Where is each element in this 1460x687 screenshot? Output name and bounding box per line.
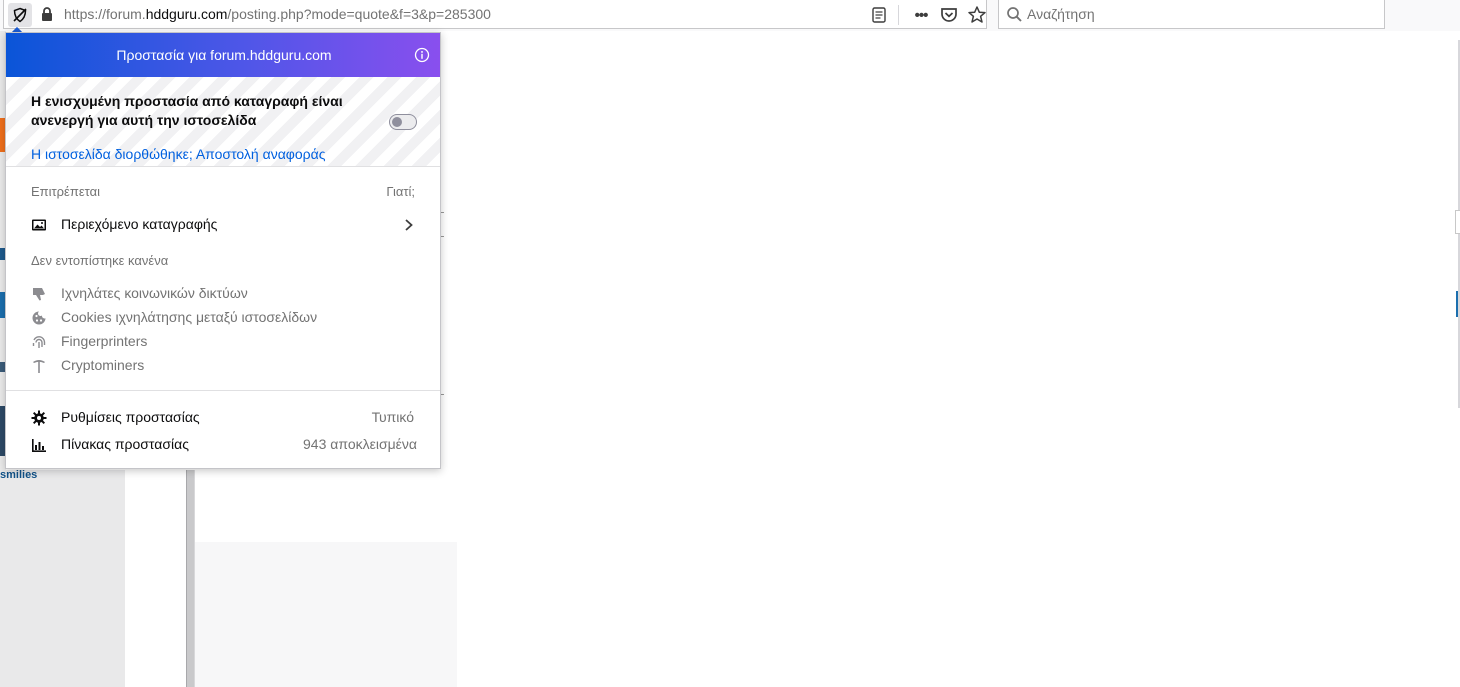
- cryptominers-row[interactable]: Cryptominers: [6, 354, 440, 378]
- url-text[interactable]: https://forum.hddguru.com/posting.php?mo…: [64, 6, 491, 22]
- cookie-icon: [32, 311, 46, 325]
- allowed-label: Επιτρέπεται: [31, 184, 100, 199]
- image-icon: [32, 219, 46, 231]
- protection-dashboard-row[interactable]: Πίνακας προστασίας 943 αποκλεισμένα: [6, 433, 440, 457]
- protection-settings-row[interactable]: Ρυθμίσεις προστασίας Τυπικό: [6, 406, 440, 430]
- gear-icon: [31, 410, 47, 426]
- url-bar[interactable]: https://forum.hddguru.com/posting.php?mo…: [3, 0, 987, 29]
- why-link[interactable]: Γιατί;: [386, 184, 415, 199]
- url-prefix: https://forum.: [64, 6, 146, 22]
- page-content-area: [125, 470, 455, 542]
- url-bar-separator: [898, 5, 899, 25]
- page-resize-handle[interactable]: [186, 470, 195, 687]
- send-report-link[interactable]: Αποστολή αναφοράς: [196, 146, 326, 162]
- lock-icon[interactable]: [39, 6, 55, 22]
- browser-window: smilies https://forum.hddguru.com/postin…: [0, 0, 1460, 687]
- fingerprint-icon: [32, 336, 46, 348]
- page-actions-more-icon[interactable]: •••: [909, 5, 933, 25]
- pocket-icon[interactable]: [939, 5, 959, 25]
- reader-view-icon[interactable]: [870, 6, 888, 24]
- smilies-link[interactable]: smilies: [0, 469, 37, 481]
- url-path: /posting.php?mode=quote&f=3&p=285300: [227, 6, 491, 22]
- bar-chart-icon: [32, 439, 46, 452]
- protection-settings-value: Τυπικό: [371, 409, 414, 425]
- bookmark-star-icon[interactable]: [967, 5, 987, 25]
- url-host: hddguru.com: [145, 6, 228, 22]
- cross-site-cookies-label: Cookies ιχνηλάτησης μεταξύ ιστοσελίδων: [61, 309, 318, 325]
- protection-dashboard-label: Πίνακας προστασίας: [61, 436, 189, 452]
- pickaxe-icon: [33, 360, 45, 373]
- cross-site-cookies-row[interactable]: Cookies ιχνηλάτησης μεταξύ ιστοσελίδων: [6, 306, 440, 330]
- tracking-protection-button[interactable]: [8, 3, 32, 27]
- page-fragment: [441, 212, 444, 213]
- etp-section: Η ενισχυμένη προστασία από καταγραφή είν…: [6, 77, 440, 167]
- info-icon[interactable]: [414, 47, 430, 63]
- cryptominers-label: Cryptominers: [61, 357, 145, 373]
- search-bar[interactable]: [998, 0, 1385, 29]
- panel-title: Προστασία για forum.hddguru.com: [116, 47, 332, 63]
- page-fragment: [441, 236, 444, 237]
- protection-settings-label: Ρυθμίσεις προστασίας: [61, 409, 200, 425]
- search-input[interactable]: [1027, 4, 1367, 24]
- etp-toggle[interactable]: [389, 114, 417, 130]
- shield-crossed-icon: [13, 7, 27, 23]
- page-edge-control: [1455, 210, 1460, 234]
- none-detected-label: Δεν εντοπίστηκε κανένα: [31, 253, 169, 268]
- panel-divider: [6, 390, 440, 391]
- tracking-content-label: Περιεχόμενο καταγραφής: [61, 216, 218, 232]
- social-trackers-row[interactable]: Ιχνηλάτες κοινωνικών δικτύων: [6, 282, 440, 306]
- etp-status-text: Η ενισχυμένη προστασία από καταγραφή είν…: [31, 93, 343, 128]
- tracking-content-row[interactable]: Περιεχόμενο καταγραφής: [6, 213, 440, 237]
- site-fixed-question: Η ιστοσελίδα διορθώθηκε;: [31, 146, 193, 162]
- page-side-panel: [0, 470, 125, 687]
- site-fixed-line: Η ιστοσελίδα διορθώθηκε; Αποστολή αναφορ…: [31, 146, 325, 162]
- fingerprinters-label: Fingerprinters: [61, 333, 148, 349]
- thumbs-down-icon: [33, 288, 45, 301]
- blocked-count: 943 αποκλεισμένα: [303, 436, 417, 452]
- page-textarea-area: [195, 542, 457, 687]
- social-trackers-label: Ιχνηλάτες κοινωνικών δικτύων: [61, 285, 248, 301]
- search-icon: [1007, 7, 1022, 22]
- protections-panel: Προστασία για forum.hddguru.com Η ενισχυ…: [5, 32, 441, 469]
- page-fragment: [441, 394, 444, 395]
- chevron-right-icon: [405, 219, 413, 231]
- navigation-toolbar: https://forum.hddguru.com/posting.php?mo…: [0, 0, 1460, 31]
- fingerprinters-row[interactable]: Fingerprinters: [6, 330, 440, 354]
- panel-header: Προστασία για forum.hddguru.com: [6, 33, 440, 77]
